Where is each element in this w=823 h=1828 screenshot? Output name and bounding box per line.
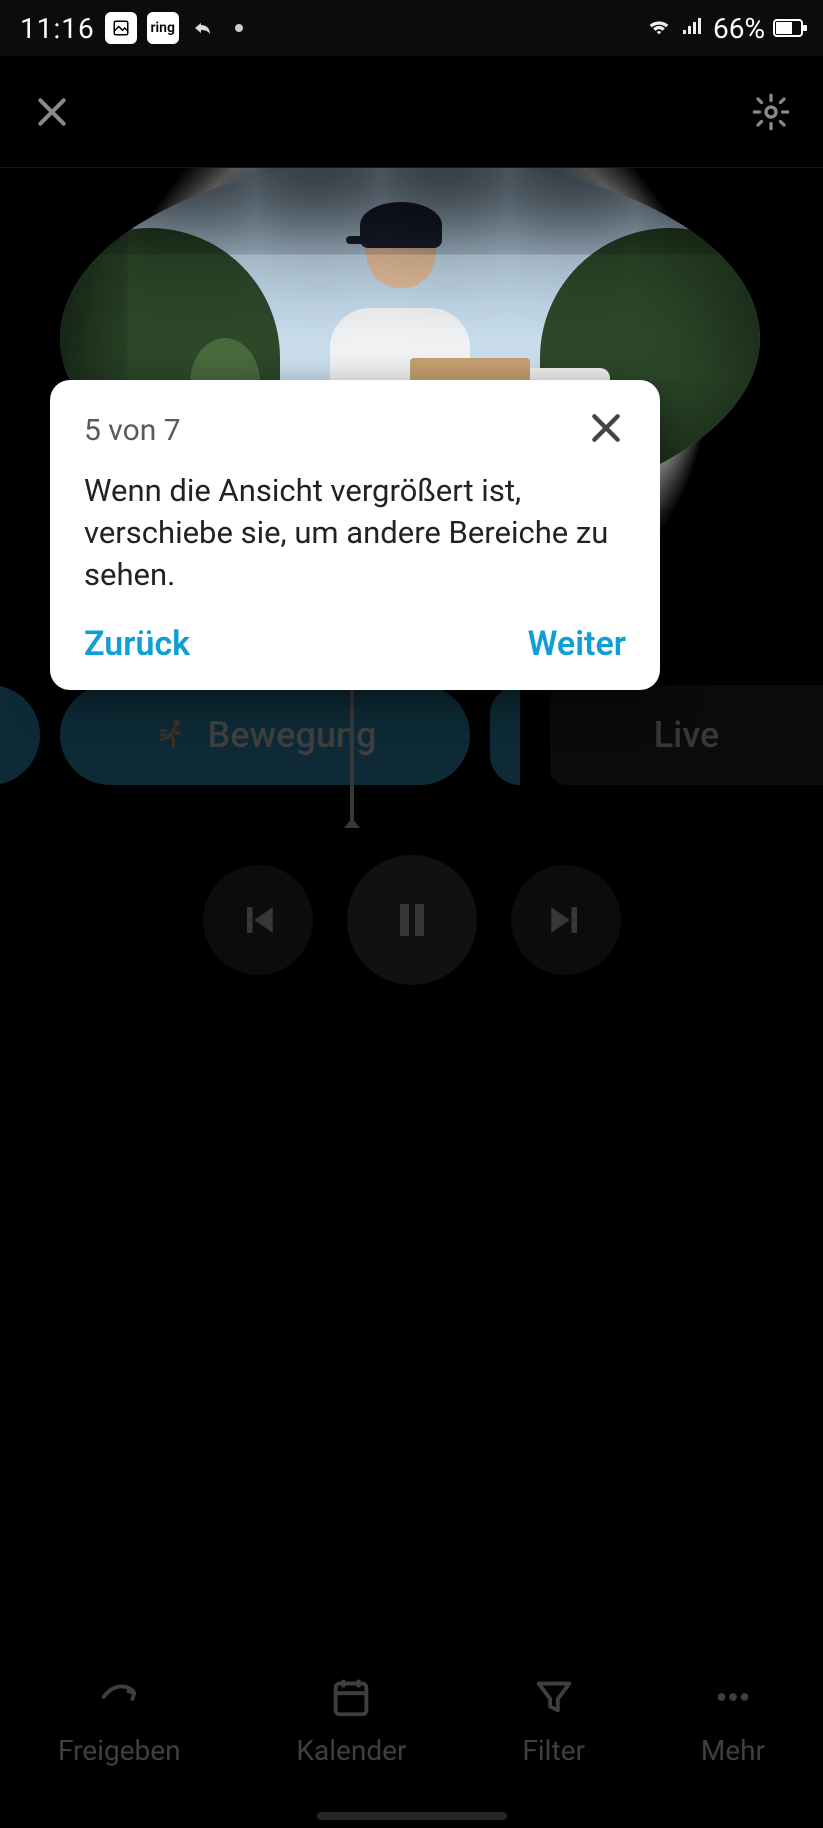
motion-icon: [154, 717, 190, 753]
close-button[interactable]: [24, 84, 80, 140]
event-pill-prev[interactable]: [0, 685, 40, 785]
clock: 11:16: [20, 12, 95, 45]
skip-next-icon: [544, 898, 588, 942]
event-pill-next[interactable]: [490, 685, 520, 785]
ring-app-icon: ring: [147, 12, 179, 44]
reply-icon: [189, 14, 217, 42]
pause-icon: [388, 896, 436, 944]
tooltip-back-button[interactable]: Zurück: [84, 624, 190, 664]
onboarding-tooltip: 5 von 7 Wenn die Ansicht vergrößert ist,…: [50, 380, 660, 690]
status-left: 11:16 ring: [20, 12, 243, 45]
live-button[interactable]: Live: [550, 685, 823, 785]
playback-controls: [0, 840, 823, 1000]
battery-percent: 66%: [713, 12, 765, 45]
nav-calendar[interactable]: Kalender: [296, 1674, 406, 1767]
notification-dot-icon: [235, 24, 243, 32]
nav-filter-label: Filter: [522, 1734, 585, 1767]
nav-filter[interactable]: Filter: [522, 1674, 585, 1767]
live-label: Live: [654, 714, 720, 756]
filter-icon: [531, 1674, 577, 1720]
settings-button[interactable]: [743, 84, 799, 140]
tooltip-step: 5 von 7: [84, 413, 181, 448]
signal-icon: [681, 12, 705, 45]
nav-share[interactable]: Freigeben: [58, 1674, 181, 1767]
bottom-nav: Freigeben Kalender Filter Mehr: [0, 1650, 823, 1790]
tooltip-next-button[interactable]: Weiter: [528, 624, 626, 664]
nav-calendar-label: Kalender: [296, 1734, 406, 1767]
gear-icon: [751, 92, 791, 132]
battery-icon: [773, 19, 803, 37]
next-button[interactable]: [511, 865, 621, 975]
calendar-icon: [328, 1674, 374, 1720]
pause-button[interactable]: [347, 855, 477, 985]
home-indicator[interactable]: [317, 1812, 507, 1820]
skip-previous-icon: [236, 898, 280, 942]
tooltip-close-button[interactable]: [586, 408, 626, 452]
tooltip-text: Wenn die Ansicht vergrößert ist, verschi…: [84, 470, 626, 596]
status-bar: 11:16 ring 66%: [0, 0, 823, 56]
gallery-icon: [105, 12, 137, 44]
nav-more[interactable]: Mehr: [701, 1674, 765, 1767]
nav-share-label: Freigeben: [58, 1734, 181, 1767]
share-icon: [96, 1674, 142, 1720]
wifi-icon: [645, 11, 673, 46]
event-pill-motion[interactable]: Bewegung: [60, 685, 470, 785]
nav-more-label: Mehr: [701, 1734, 765, 1767]
app-top-bar: [0, 56, 823, 168]
previous-button[interactable]: [203, 865, 313, 975]
more-icon: [710, 1674, 756, 1720]
status-right: 66%: [645, 11, 803, 46]
